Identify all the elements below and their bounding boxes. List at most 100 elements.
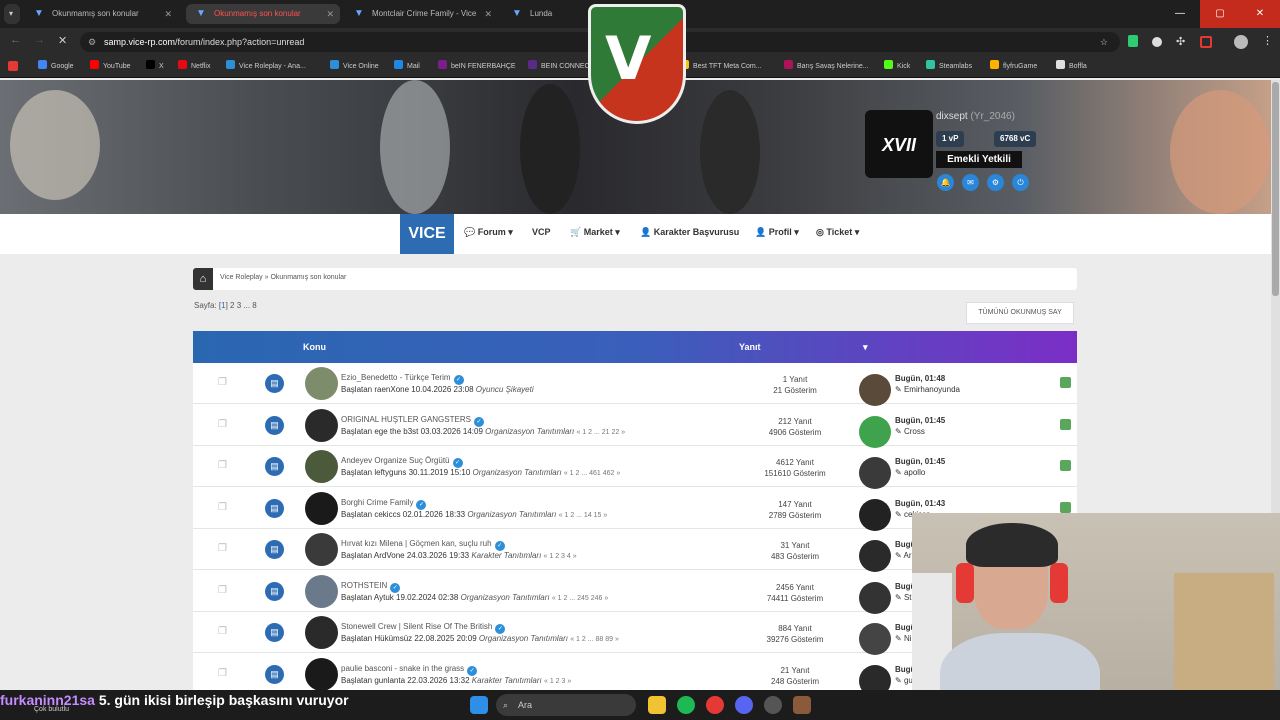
bookmark-item[interactable]: Vice Roleplay - Ana...: [226, 60, 306, 74]
last-poster[interactable]: Ni: [904, 634, 912, 643]
nav-market[interactable]: 🛒 Market ▾: [570, 227, 620, 238]
site-info-icon[interactable]: ⚙: [88, 32, 96, 52]
nav-forum[interactable]: 💬 Forum ▾: [464, 227, 513, 238]
game-icon[interactable]: [793, 696, 811, 714]
chrome-icon[interactable]: [706, 696, 724, 714]
notifications-bell-icon[interactable]: 🔔: [937, 174, 954, 191]
last-poster-avatar[interactable]: [859, 581, 891, 614]
nav-character-application[interactable]: 👤 Karakter Başvurusu: [640, 227, 739, 238]
discord-icon[interactable]: [735, 696, 753, 714]
topic-board[interactable]: Organizasyon Tanıtımları: [485, 427, 574, 436]
tab-close-icon[interactable]: ✕: [484, 4, 492, 24]
starter-avatar[interactable]: [305, 533, 338, 566]
topic-board[interactable]: Organizasyon Tanıtımları: [473, 468, 562, 477]
logout-power-icon[interactable]: ⏻: [1012, 174, 1029, 191]
extension-puzzle-icon[interactable]: ✣: [1176, 35, 1185, 48]
extension-red-icon[interactable]: [1200, 36, 1212, 48]
spotify-icon[interactable]: [677, 696, 695, 714]
last-poster-avatar[interactable]: [859, 457, 891, 489]
bookmark-star-icon[interactable]: ☆: [1100, 32, 1108, 52]
bookmark-item[interactable]: Best TFT Meta Com...: [680, 60, 762, 74]
bookmark-item[interactable]: beIN FENERBAHÇE: [438, 60, 516, 74]
last-poster-avatar[interactable]: [859, 415, 891, 448]
extension-shield-icon[interactable]: [1128, 35, 1138, 47]
page-scrollbar-thumb[interactable]: [1272, 82, 1279, 296]
browser-tab[interactable]: ▼ Okunmamış son konular ✕: [186, 4, 340, 24]
mark-all-read-button[interactable]: TÜMÜNÜ OKUNMUŞ SAY: [966, 302, 1074, 324]
pager-pages[interactable]: 2 3 ... 8: [230, 301, 257, 310]
starter-avatar[interactable]: [305, 657, 338, 690]
last-poster[interactable]: Emirhanoyunda: [904, 385, 960, 394]
topic-title[interactable]: Stonewell Crew | Silent Rise Of The Brit…: [341, 622, 492, 631]
topic-title[interactable]: ORIGINAL HUŞTLER GANGSTERS: [341, 415, 471, 424]
tab-close-icon[interactable]: ✕: [164, 4, 172, 24]
topic-board[interactable]: Karakter Tanıtımları: [471, 551, 541, 560]
col-replies[interactable]: Yanıt: [739, 342, 761, 352]
extension-circle-icon[interactable]: [1152, 37, 1162, 47]
new-post-icon[interactable]: [1060, 377, 1071, 388]
messages-envelope-icon[interactable]: ✉: [962, 174, 979, 191]
bookmark-item[interactable]: X: [146, 60, 164, 74]
sort-down-icon[interactable]: ▾: [863, 342, 868, 353]
topic-pages[interactable]: « 1 2 ... 21 22 »: [576, 429, 625, 436]
last-poster-avatar[interactable]: [859, 498, 891, 531]
nav-profile[interactable]: 👤 Profil ▾: [755, 227, 799, 238]
starter-avatar[interactable]: [305, 616, 338, 649]
browser-tab[interactable]: ▼ Montclair Crime Family - Vice ✕: [344, 4, 498, 24]
bookmark-item[interactable]: Vice Online: [330, 60, 379, 74]
vice-logo[interactable]: VICE: [400, 214, 454, 254]
topic-title[interactable]: Andeyev Organize Suç Örgütü: [341, 456, 450, 465]
starter-avatar[interactable]: [305, 450, 338, 483]
apps-icon[interactable]: [8, 61, 18, 71]
topic-pages[interactable]: « 1 2 3 »: [544, 678, 571, 685]
starter-avatar[interactable]: [305, 574, 338, 608]
topic-board[interactable]: Organizasyon Tanıtımları: [461, 593, 550, 602]
last-poster-avatar[interactable]: [859, 664, 891, 690]
bookmark-item[interactable]: flyfruGame: [990, 60, 1037, 74]
back-icon[interactable]: ←: [10, 34, 21, 46]
last-post-time[interactable]: Bugün, 01:43: [895, 499, 945, 508]
bookmark-item[interactable]: YouTube: [90, 60, 131, 74]
last-poster[interactable]: apollo: [904, 468, 925, 477]
tab-search-button[interactable]: ▾: [4, 4, 20, 24]
last-post-time[interactable]: Bugün, 01:45: [895, 457, 945, 466]
nav-ticket[interactable]: ◎ Ticket ▾: [816, 227, 859, 238]
new-post-icon[interactable]: [1060, 460, 1071, 471]
last-poster[interactable]: Cross: [904, 427, 925, 436]
file-explorer-icon[interactable]: [648, 696, 666, 714]
maximize-button[interactable]: ▢: [1200, 0, 1240, 28]
col-topic[interactable]: Konu: [303, 342, 326, 352]
starter-avatar[interactable]: [305, 491, 338, 525]
last-post-time[interactable]: Bugün, 01:48: [895, 374, 945, 383]
app-icon[interactable]: [764, 696, 782, 714]
starter-avatar[interactable]: [305, 408, 338, 442]
bookmark-item[interactable]: BEIN CONNECT: [528, 60, 594, 74]
topic-pages[interactable]: « 1 2 3 4 »: [544, 553, 577, 560]
home-icon[interactable]: ⌂: [193, 268, 213, 290]
forward-icon[interactable]: →: [34, 34, 45, 46]
topic-title[interactable]: Borghi Crime Family: [341, 498, 413, 507]
last-poster-avatar[interactable]: [859, 623, 891, 655]
close-window-button[interactable]: ✕: [1240, 0, 1280, 28]
starter-avatar[interactable]: [305, 367, 338, 400]
bookmark-item[interactable]: Steamlabs: [926, 60, 972, 74]
breadcrumb-root[interactable]: Vice Roleplay »: [220, 274, 269, 281]
topic-board[interactable]: Karakter Tanıtımları: [472, 676, 542, 685]
topic-board[interactable]: Organizasyon Tanıtımları: [467, 510, 556, 519]
last-poster[interactable]: Ar: [903, 551, 911, 560]
taskbar-search[interactable]: ⌕ Ara: [496, 694, 636, 716]
bookmark-item[interactable]: Kick: [884, 60, 910, 74]
reload-icon[interactable]: ✕: [58, 34, 67, 47]
last-poster-avatar[interactable]: [859, 374, 891, 406]
last-poster-avatar[interactable]: [859, 540, 891, 572]
topic-title[interactable]: paulie basconi - snake in the grass: [341, 664, 464, 673]
bookmark-item[interactable]: Netflix: [178, 60, 210, 74]
topic-pages[interactable]: « 1 2 ... 88 89 »: [570, 636, 619, 643]
windows-start-icon[interactable]: [470, 696, 488, 714]
topic-board[interactable]: Organizasyon Tanıtımları: [479, 634, 568, 643]
bookmark-item[interactable]: Google: [38, 60, 74, 74]
topic-title[interactable]: Ezio_Benedetto - Türkçe Terim: [341, 373, 451, 382]
topic-title[interactable]: ROTHSTEIN: [341, 581, 387, 590]
bookmark-item[interactable]: Barış Savaş Nelerine...: [784, 60, 869, 74]
tab-close-icon[interactable]: ✕: [326, 4, 334, 24]
